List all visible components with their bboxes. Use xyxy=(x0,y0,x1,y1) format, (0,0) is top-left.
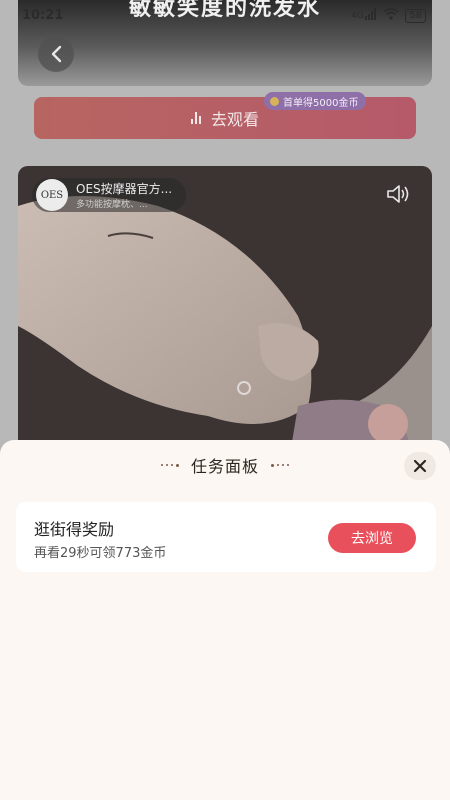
wifi-icon xyxy=(383,8,399,23)
go-watch-label: 去观看 xyxy=(210,110,259,129)
status-icons: 4G 58 xyxy=(351,8,426,23)
svg-text:4G: 4G xyxy=(351,11,364,20)
close-button[interactable] xyxy=(404,452,436,480)
brand-name: OES按摩器官方... xyxy=(76,182,173,196)
close-icon xyxy=(413,459,427,473)
task-card: 逛街得奖励 再看29秒可领773金币 去浏览 xyxy=(16,502,436,572)
brand-subtitle: 多功能按摩枕、... xyxy=(76,200,148,210)
status-time: 10:21 xyxy=(22,8,64,23)
first-order-badge: 首单得5000金币 xyxy=(264,92,367,110)
task-description: 再看29秒可领773金币 xyxy=(34,546,167,561)
signal-icon: 4G xyxy=(351,8,377,23)
brand-chip[interactable]: OES OES按摩器官方... 多功能按摩枕、... xyxy=(32,178,187,212)
ad-video-card[interactable]: OES OES按摩器官方... 多功能按摩枕、... xyxy=(18,166,432,466)
task-title: 逛街得奖励 xyxy=(34,520,115,539)
back-button[interactable] xyxy=(38,36,74,72)
chart-bars-icon xyxy=(190,112,201,124)
brand-logo: OES xyxy=(36,179,68,211)
go-browse-button[interactable]: 去浏览 xyxy=(328,523,416,553)
coin-icon xyxy=(270,96,279,106)
task-panel-sheet: 任务面板 逛街得奖励 再看29秒可领773金币 去浏览 xyxy=(0,440,450,800)
task-panel-title: 任务面板 xyxy=(190,457,259,476)
task-panel-header: 任务面板 xyxy=(0,452,450,478)
battery-icon: 58 xyxy=(405,8,426,23)
title-decoration-left xyxy=(160,463,179,467)
first-order-badge-text: 首单得5000金币 xyxy=(283,97,359,109)
title-decoration-right xyxy=(271,463,289,467)
chevron-left-icon xyxy=(51,45,62,63)
volume-icon[interactable] xyxy=(386,184,410,204)
status-bar: 10:21 4G 58 xyxy=(0,0,450,34)
